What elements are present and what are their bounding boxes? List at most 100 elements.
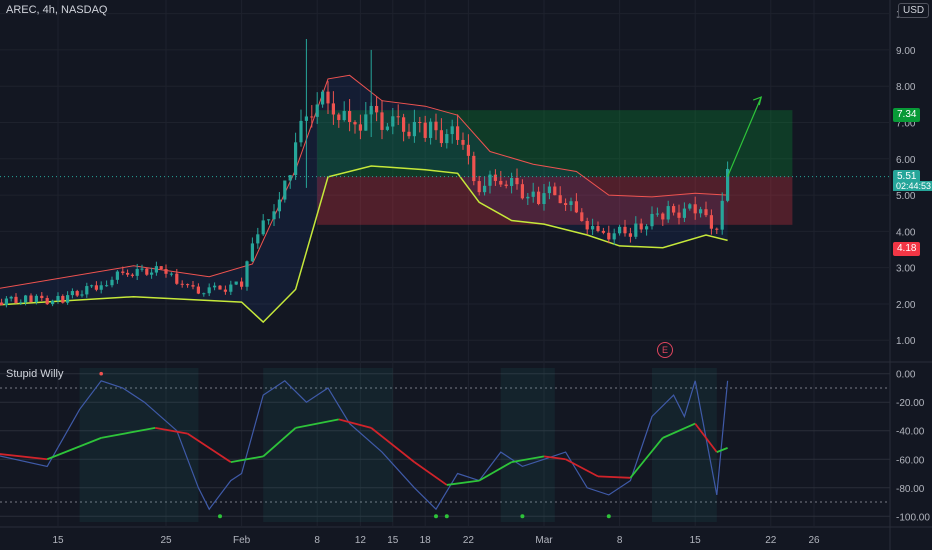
candle-body — [326, 91, 330, 104]
osc-axis-tick-label: -60.00 — [896, 455, 925, 466]
candle-body — [272, 211, 276, 220]
candle-body — [666, 206, 670, 220]
oversold-dot — [218, 514, 222, 519]
candle-body — [504, 184, 508, 186]
candle-body — [126, 272, 130, 275]
time-axis-tick-label: 15 — [52, 535, 64, 546]
time-axis-tick-label: 8 — [617, 535, 623, 546]
candle-body — [520, 184, 524, 199]
candle-body — [429, 121, 433, 138]
candle-body — [202, 293, 206, 295]
candle-body — [99, 285, 103, 290]
candle-body — [418, 121, 422, 123]
candle-body — [607, 232, 611, 240]
candle-body — [715, 228, 719, 230]
time-axis-tick-label: 8 — [314, 535, 320, 546]
candle-body — [472, 155, 476, 182]
candle-body — [391, 116, 395, 127]
candle-body — [29, 295, 33, 303]
osc-axis-tick-label: -80.00 — [896, 484, 925, 495]
candle-body — [34, 295, 38, 303]
candle-body — [150, 272, 154, 275]
currency-badge[interactable]: USD — [898, 3, 930, 18]
candle-body — [483, 185, 487, 193]
candle-body — [337, 114, 341, 121]
earnings-marker-icon[interactable]: E — [657, 342, 673, 358]
osc-highlight-band — [500, 368, 555, 522]
time-axis-tick-label: 26 — [808, 535, 820, 546]
candle-body — [135, 268, 139, 276]
candle-body — [353, 122, 357, 125]
candle-body — [40, 295, 44, 299]
candle-body — [493, 174, 497, 181]
oversold-dot — [520, 514, 525, 519]
candle-body — [234, 281, 238, 285]
candle-body — [321, 91, 325, 105]
candle-body — [80, 294, 84, 296]
candle-body — [423, 122, 427, 138]
candle-body — [526, 196, 530, 199]
candle-body — [688, 204, 692, 209]
candle-body — [348, 111, 352, 123]
candle-body — [628, 233, 632, 237]
candle-body — [207, 287, 211, 294]
candle-body — [402, 117, 406, 132]
candle-body — [130, 274, 134, 276]
candle-body — [623, 226, 627, 234]
candle-body — [85, 286, 89, 295]
candle-body — [105, 285, 109, 287]
candle-body — [364, 114, 368, 131]
candle-body — [682, 208, 686, 218]
candle-body — [434, 121, 438, 131]
candle-body — [196, 286, 200, 294]
target-price-tag: 7.34 — [893, 108, 921, 122]
candle-body — [277, 199, 281, 212]
candle-body — [439, 130, 443, 144]
candle-body — [542, 193, 546, 204]
candle-body — [720, 200, 724, 230]
candle-body — [585, 221, 589, 230]
candle-body — [358, 124, 362, 131]
candle-body — [256, 234, 260, 244]
candle-body — [699, 209, 703, 214]
time-axis-tick-label: 25 — [160, 535, 172, 546]
candle-body — [553, 186, 557, 196]
candle-body — [61, 295, 65, 303]
candle-body — [639, 223, 643, 230]
candle-body — [693, 204, 697, 214]
candle-body — [704, 209, 708, 216]
candle-body — [310, 116, 314, 118]
candle-body — [175, 273, 179, 284]
candle-body — [564, 203, 568, 206]
candle-body — [218, 285, 222, 290]
candle-body — [412, 121, 416, 137]
chart-canvas: 15 25 Feb 8 12 15 18 22 Mar 8 15 22 26 1.00 2.00 3.00 4.… — [0, 0, 932, 550]
candle-body — [396, 116, 400, 118]
candle-body — [229, 284, 233, 292]
candle-body — [331, 103, 335, 115]
time-axis-tick-label: 22 — [463, 535, 475, 546]
candle-body — [596, 226, 600, 231]
stop-price-tag: 4.18 — [893, 242, 921, 256]
time-axis-tick-label: 22 — [765, 535, 777, 546]
chart-symbol-title[interactable]: AREC, 4h, NASDAQ — [6, 4, 107, 16]
candle-body — [164, 269, 168, 274]
candle-body — [14, 296, 18, 303]
candle-body — [267, 219, 271, 221]
time-axis-tick-label: 12 — [355, 535, 367, 546]
candle-body — [661, 213, 665, 220]
candle-body — [591, 226, 595, 230]
candle-body — [110, 279, 114, 286]
candle-body — [90, 285, 94, 287]
candle-body — [159, 266, 163, 270]
time-axis-tick-label: Mar — [535, 535, 553, 546]
candle-body — [450, 126, 454, 135]
candle-body — [645, 226, 649, 230]
candle-body — [477, 181, 481, 193]
candle-body — [94, 285, 98, 290]
candle-body — [0, 302, 4, 306]
candle-body — [180, 283, 184, 285]
candle-body — [186, 284, 190, 286]
indicator-title[interactable]: Stupid Willy — [6, 368, 63, 380]
candle-body — [385, 126, 389, 130]
